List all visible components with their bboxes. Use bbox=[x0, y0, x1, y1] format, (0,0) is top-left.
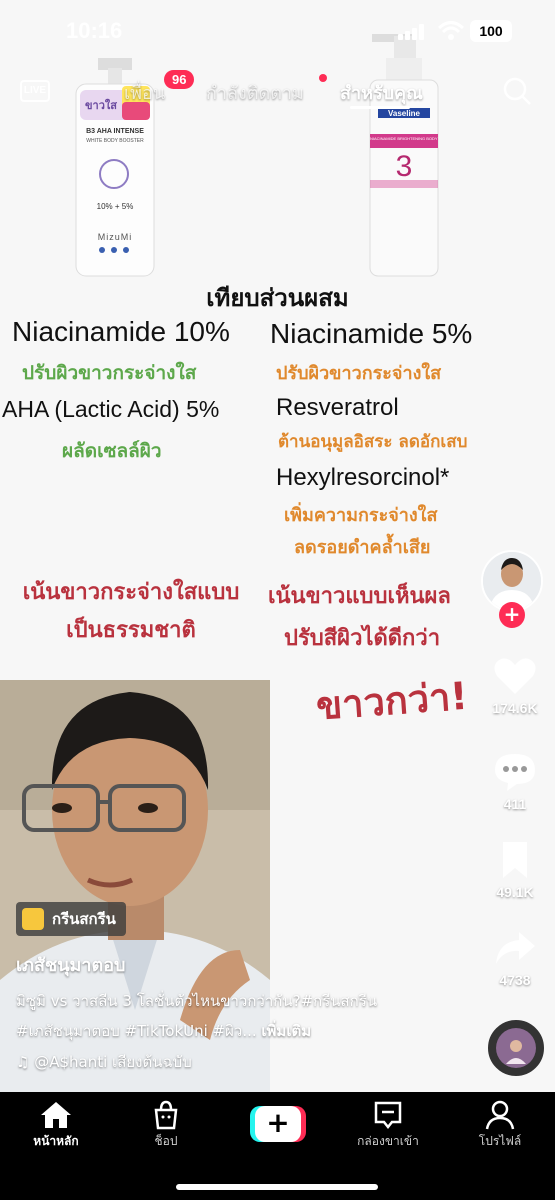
left-desc-2: ผลัดเซลล์ผิว bbox=[62, 440, 162, 462]
profile-icon bbox=[485, 1100, 515, 1130]
compare-title: เทียบส่วนผสม bbox=[206, 284, 349, 312]
home-indicator bbox=[176, 1184, 378, 1190]
nav-shop-label: ช็อป bbox=[154, 1134, 178, 1148]
music-info[interactable]: ♫ @A$hanti เสียงต้นฉบับ bbox=[16, 1050, 192, 1074]
effect-tag[interactable]: กรีนสกรีน bbox=[16, 902, 126, 936]
home-icon bbox=[41, 1102, 71, 1128]
right-ingredient-1: Niacinamide 5% bbox=[270, 318, 473, 349]
right-big-text: ขาวกว่า! bbox=[314, 673, 470, 729]
see-more-link[interactable]: เพิ่มเติม bbox=[261, 1022, 311, 1040]
like-button[interactable]: 174.6K bbox=[475, 656, 555, 716]
follow-button[interactable]: + bbox=[499, 602, 525, 628]
share-icon bbox=[496, 932, 535, 964]
left-line2: WHITE BODY BOOSTER bbox=[86, 138, 144, 144]
save-count: 49.1K bbox=[496, 884, 534, 900]
comment-icon bbox=[495, 754, 535, 791]
green-screen-icon bbox=[22, 908, 44, 930]
comment-count: 411 bbox=[503, 796, 527, 812]
left-ingredient-2: AHA (Lactic Acid) 5% bbox=[2, 396, 220, 422]
bookmark-button[interactable]: 49.1K bbox=[475, 840, 555, 900]
status-bar: 10:16 100 bbox=[0, 0, 555, 60]
bookmark-icon bbox=[503, 842, 527, 878]
right-desc-3b: ลดรอยดำคล้ำเสีย bbox=[294, 537, 431, 558]
live-icon[interactable]: LIVE bbox=[18, 74, 52, 104]
comment-button[interactable]: 411 bbox=[475, 752, 555, 812]
nav-home-label: หน้าหลัก bbox=[33, 1134, 79, 1148]
create-button[interactable]: + bbox=[250, 1106, 306, 1142]
heart-icon bbox=[494, 658, 536, 694]
right-line: NIACINAMIDE BRIGHTENING BODY LOTION bbox=[370, 136, 438, 141]
plus-icon: + bbox=[255, 1106, 301, 1142]
search-icon[interactable] bbox=[502, 76, 532, 106]
nav-inbox-label: กล่องขาเข้า bbox=[357, 1134, 419, 1148]
vaseline-bottle-image: Vaseline NIACINAMIDE BRIGHTENING BODY LO… bbox=[368, 30, 440, 278]
caption-text: มิซูมิ vs วาสลีน 3 โลชั่นตัวไหนขาวกว่ากั… bbox=[16, 992, 378, 1040]
author-name[interactable]: เภสัชนุมาตอบ bbox=[16, 950, 125, 979]
like-count: 174.6K bbox=[492, 700, 538, 716]
active-tab-indicator bbox=[350, 106, 410, 109]
inbox-icon bbox=[374, 1101, 402, 1130]
left-summary-1: เน้นขาวกระจ่างใสแบบ bbox=[22, 580, 240, 605]
right-ingredient-2: Resveratrol bbox=[276, 394, 399, 421]
shop-bag-icon bbox=[154, 1100, 178, 1130]
right-desc-3a: เพิ่มความกระจ่างใส bbox=[284, 505, 438, 526]
tab-for-you[interactable]: สำหรับคุณ bbox=[340, 78, 423, 107]
share-count: 4738 bbox=[499, 972, 531, 988]
left-ingredient-1: Niacinamide 10% bbox=[12, 316, 230, 347]
friends-badge: 96 bbox=[164, 70, 195, 89]
left-numbers: 10% + 5% bbox=[96, 202, 134, 211]
nav-shop[interactable]: ช็อป bbox=[116, 1100, 216, 1151]
top-navigation: LIVE เพื่อน 96 กำลังติดตาม สำหรับคุณ bbox=[0, 70, 555, 114]
left-desc-1: ปรับผิวขาวกระจ่างใส bbox=[22, 362, 197, 384]
left-summary-2: เป็นธรรมชาติ bbox=[66, 618, 196, 643]
wifi-icon bbox=[437, 20, 465, 42]
right-number: 3 bbox=[395, 150, 413, 183]
music-note-icon: ♫ bbox=[16, 1053, 30, 1071]
nav-profile[interactable]: โปรไฟล์ bbox=[450, 1100, 550, 1151]
nav-inbox[interactable]: กล่องขาเข้า bbox=[338, 1100, 438, 1151]
tab-friends[interactable]: เพื่อน bbox=[124, 78, 165, 107]
following-dot bbox=[319, 74, 327, 82]
music-title: @A$hanti เสียงต้นฉบับ bbox=[34, 1053, 192, 1071]
tab-following[interactable]: กำลังติดตาม bbox=[206, 78, 304, 107]
share-button[interactable]: 4738 bbox=[475, 928, 555, 988]
nav-home[interactable]: หน้าหลัก bbox=[6, 1100, 106, 1151]
right-summary-1: เน้นขาวแบบเห็นผล bbox=[268, 584, 451, 609]
right-desc-1: ปรับผิวขาวกระจ่างใส bbox=[276, 363, 442, 384]
left-line1: B3 AHA INTENSE bbox=[86, 128, 144, 135]
nav-profile-label: โปรไฟล์ bbox=[478, 1134, 522, 1148]
music-disc[interactable] bbox=[488, 1020, 544, 1076]
live-label: LIVE bbox=[20, 80, 50, 102]
right-desc-2: ต้านอนุมูลอิสระ ลดอักเสบ bbox=[278, 432, 468, 452]
right-summary-2: ปรับสีผิวได้ดีกว่า bbox=[284, 626, 441, 651]
cellular-signal-icon bbox=[398, 24, 424, 40]
battery-icon: 100 bbox=[470, 20, 512, 42]
video-caption[interactable]: มิซูมิ vs วาสลีน 3 โลชั่นตัวไหนขาวกว่ากั… bbox=[16, 986, 426, 1046]
effect-tag-label: กรีนสกรีน bbox=[52, 910, 116, 928]
left-brand: MizuMi bbox=[97, 232, 133, 242]
right-ingredient-3: Hexylresorcinol* bbox=[276, 464, 450, 491]
status-time: 10:16 bbox=[66, 18, 123, 43]
